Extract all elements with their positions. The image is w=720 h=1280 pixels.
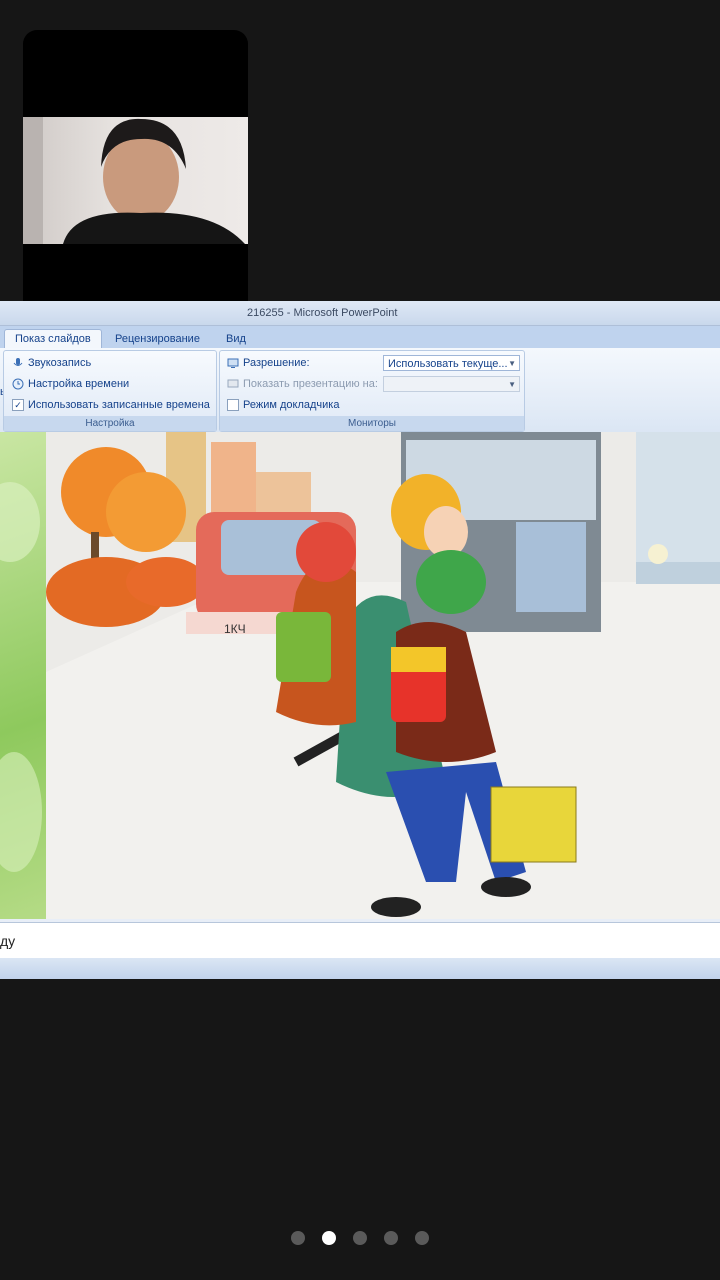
page-indicator xyxy=(0,1228,720,1248)
participant-avatar xyxy=(23,117,245,244)
microphone-icon xyxy=(13,358,23,366)
title-bar: 216255 - Microsoft PowerPoint xyxy=(0,301,720,326)
page-dot-5[interactable] xyxy=(415,1231,429,1245)
presenter-view-label: Режим докладчика xyxy=(243,399,340,411)
slide-illustration[interactable]: 1КЧ xyxy=(46,432,720,919)
page-dot-1[interactable] xyxy=(291,1231,305,1245)
slide-green-border xyxy=(0,432,46,919)
monitor-disabled-icon xyxy=(227,379,239,388)
participant-video-frame xyxy=(23,117,248,244)
resolution-dropdown[interactable]: Использовать текуще... ▼ xyxy=(383,355,520,371)
children-crossing-road-icon: 1КЧ xyxy=(46,432,720,919)
use-timings-checkbox[interactable]: ✓ Использовать записанные времена xyxy=(12,399,210,411)
dropdown-arrow-icon: ▼ xyxy=(508,359,516,368)
group-monitors-label: Мониторы xyxy=(220,416,524,431)
resolution-label-row: Разрешение: xyxy=(227,357,310,369)
rehearse-timings-label: Настройка времени xyxy=(28,378,130,390)
ribbon: ь Звукозапись Настройка времени ✓ Исполь… xyxy=(0,348,720,432)
butterfly-decoration-icon xyxy=(0,482,42,872)
record-narration-label: Звукозапись xyxy=(28,357,92,369)
group-monitors: Разрешение: Использовать текуще... ▼ Пок… xyxy=(219,350,525,432)
group-settings-label: Настройка xyxy=(4,416,216,431)
page-dot-2[interactable] xyxy=(322,1231,336,1245)
tab-review[interactable]: Рецензирование xyxy=(105,330,210,348)
resolution-label: Разрешение: xyxy=(243,357,310,369)
tab-slide-show[interactable]: Показ слайдов xyxy=(4,329,102,348)
show-on-dropdown[interactable]: ▼ xyxy=(383,376,520,392)
dropdown-arrow-disabled-icon: ▼ xyxy=(508,380,516,389)
ribbon-tabs: Показ слайдов Рецензирование Вид xyxy=(0,326,720,349)
page-dot-4[interactable] xyxy=(384,1231,398,1245)
resolution-value: Использовать текуще... xyxy=(388,358,508,370)
status-bar xyxy=(0,958,720,979)
car-plate: 1КЧ xyxy=(224,622,246,636)
monitor-icon xyxy=(227,358,239,368)
record-narration-button[interactable]: Звукозапись xyxy=(12,357,91,369)
page-dot-3[interactable] xyxy=(353,1231,367,1245)
window-title: 216255 - Microsoft PowerPoint xyxy=(247,307,398,319)
slide-area: 1КЧ xyxy=(0,432,720,919)
group-settings: Звукозапись Настройка времени ✓ Использо… xyxy=(3,350,217,432)
use-timings-label: Использовать записанные времена xyxy=(28,399,210,411)
powerpoint-window: 216255 - Microsoft PowerPoint Показ слай… xyxy=(0,301,720,979)
clock-icon xyxy=(12,378,24,390)
notes-pane[interactable]: ду xyxy=(0,922,720,960)
notes-text: ду xyxy=(0,933,16,949)
presenter-view-checkbox[interactable]: Режим докладчика xyxy=(227,399,339,411)
rehearse-timings-button[interactable]: Настройка времени xyxy=(12,378,129,390)
show-on-label-row: Показать презентацию на: xyxy=(227,378,378,390)
tab-view[interactable]: Вид xyxy=(216,330,256,348)
show-on-label: Показать презентацию на: xyxy=(243,378,378,390)
participant-video-tile[interactable] xyxy=(23,30,248,330)
use-timings-check[interactable]: ✓ xyxy=(12,399,24,411)
presenter-view-check[interactable] xyxy=(227,399,239,411)
